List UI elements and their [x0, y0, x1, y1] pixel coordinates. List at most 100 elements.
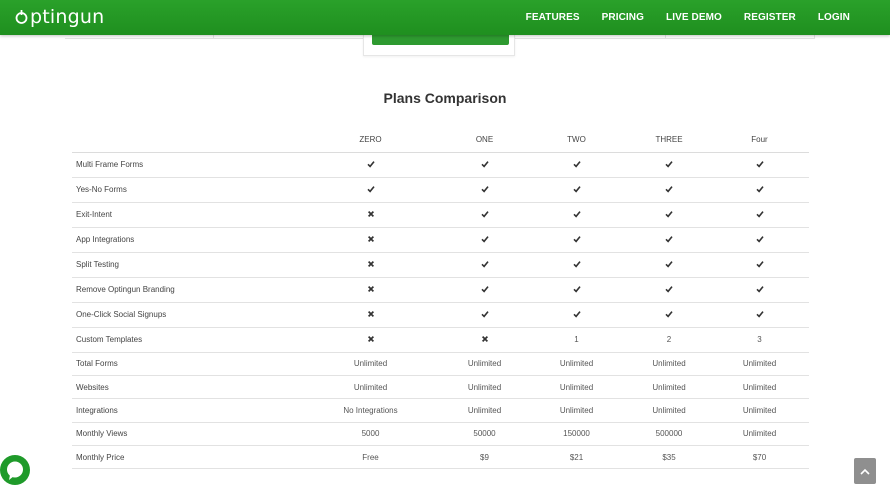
cell-three: 500000: [628, 422, 710, 447]
check-icon: [665, 185, 673, 193]
cell-one: [444, 202, 525, 228]
cell-two: Unlimited: [525, 398, 628, 423]
cell-three: [628, 302, 710, 328]
check-icon: [665, 285, 673, 293]
cell-four: [710, 202, 809, 228]
cross-icon: [481, 335, 488, 342]
cell-zero: [297, 327, 444, 353]
cell-one: [444, 227, 525, 253]
cell-two: [525, 252, 628, 278]
column-header-one: ONE: [444, 128, 525, 153]
check-icon: [755, 210, 764, 218]
cell-zero: 5000: [297, 422, 444, 447]
cell-two: [525, 177, 628, 203]
check-icon: [366, 160, 375, 168]
nav-login[interactable]: LOGIN: [818, 12, 850, 23]
cell-one: [444, 252, 525, 278]
cell-two: [525, 277, 628, 303]
cell-three: [628, 152, 710, 178]
feature-label: Split Testing: [72, 252, 297, 278]
chevron-up-icon: [860, 468, 870, 475]
cell-two: Unlimited: [525, 375, 628, 400]
table-row: App Integrations: [72, 227, 809, 253]
check-icon: [755, 260, 764, 268]
plans-comparison-table: ZERO ONE TWO THREE Four Multi Frame Form…: [72, 128, 809, 470]
cell-two: $21: [525, 445, 628, 470]
brand-logo[interactable]: ptingun: [15, 5, 104, 29]
cell-two: 1: [525, 327, 628, 353]
cell-four: [710, 152, 809, 178]
cell-one: [444, 177, 525, 203]
cell-three: 2: [628, 327, 710, 353]
cell-four: Unlimited: [710, 352, 809, 376]
cell-three: $35: [628, 445, 710, 470]
feature-label: App Integrations: [72, 227, 297, 253]
cell-two: [525, 202, 628, 228]
column-header-zero: ZERO: [297, 128, 444, 153]
check-icon: [480, 160, 489, 168]
feature-label: Multi Frame Forms: [72, 152, 297, 178]
column-header-three: THREE: [628, 128, 710, 153]
feature-label: Monthly Price: [72, 445, 297, 470]
cell-one: 50000: [444, 422, 525, 447]
plan-signup-button[interactable]: [372, 35, 509, 45]
cell-zero: [297, 202, 444, 228]
cell-four: [710, 252, 809, 278]
brand-name: ptingun: [30, 6, 105, 28]
cell-one: [444, 277, 525, 303]
cell-one: Unlimited: [444, 398, 525, 423]
check-icon: [755, 285, 764, 293]
scroll-to-top-button[interactable]: [854, 458, 876, 484]
cross-icon: [367, 285, 374, 292]
cell-one: [444, 152, 525, 178]
table-row: Monthly Views 5000 50000 150000 500000 Unlimi…: [72, 422, 809, 447]
cross-icon: [367, 310, 374, 317]
main-nav: FEATURES PRICING LIVE DEMO REGISTER LOGI…: [526, 0, 890, 35]
table-row: Multi Frame Forms: [72, 152, 809, 178]
cell-one: Unlimited: [444, 352, 525, 376]
check-icon: [572, 160, 581, 168]
featured-plan-card: [363, 35, 515, 56]
cell-three: [628, 227, 710, 253]
cell-four: Unlimited: [710, 398, 809, 423]
nav-pricing[interactable]: PRICING: [602, 12, 644, 23]
table-header-row: ZERO ONE TWO THREE Four: [72, 128, 809, 153]
check-icon: [572, 235, 581, 243]
table-row: Integrations No Integrations Unlimited Unli…: [72, 398, 809, 423]
cell-zero: No Integrations: [297, 398, 444, 423]
column-header-four: Four: [710, 128, 809, 153]
cell-two: [525, 152, 628, 178]
cell-three: Unlimited: [628, 375, 710, 400]
table-row: One-Click Social Signups: [72, 302, 809, 328]
cell-four: [710, 302, 809, 328]
chat-icon: [0, 455, 30, 485]
cell-four: Unlimited: [710, 375, 809, 400]
column-header-feature: [72, 128, 297, 153]
cell-zero: Unlimited: [297, 352, 444, 376]
cell-zero: [297, 252, 444, 278]
table-row: Total Forms Unlimited Unlimited Unlimited Un…: [72, 352, 809, 376]
check-icon: [755, 160, 764, 168]
cell-two: [525, 227, 628, 253]
nav-live-demo[interactable]: LIVE DEMO: [666, 12, 722, 23]
cell-three: [628, 252, 710, 278]
cell-zero: [297, 227, 444, 253]
cell-two: Unlimited: [525, 352, 628, 376]
nav-register[interactable]: REGISTER: [744, 12, 796, 23]
check-icon: [755, 235, 764, 243]
feature-label: Websites: [72, 375, 297, 400]
cell-four: $70: [710, 445, 809, 470]
check-icon: [572, 285, 581, 293]
cell-zero: Free: [297, 445, 444, 470]
cell-three: Unlimited: [628, 352, 710, 376]
section-title: Plans Comparison: [383, 90, 507, 106]
table-row: Custom Templates 1 2 3: [72, 327, 809, 353]
feature-label: Total Forms: [72, 352, 297, 376]
cell-one: [444, 302, 525, 328]
table-row: Websites Unlimited Unlimited Unlimited Unlim…: [72, 375, 809, 400]
cross-icon: [367, 260, 374, 267]
chat-widget[interactable]: [0, 452, 32, 490]
nav-features[interactable]: FEATURES: [526, 12, 580, 23]
optingun-logo-icon: [15, 10, 28, 24]
column-header-two: TWO: [525, 128, 628, 153]
